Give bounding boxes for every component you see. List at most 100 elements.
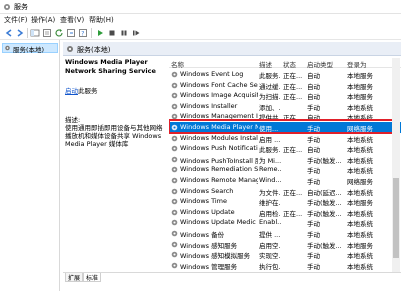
service-startup-type: 手动(触发... xyxy=(307,199,342,208)
console-tree: 服务(本地) xyxy=(0,40,60,291)
service-gear-icon xyxy=(171,198,178,205)
service-gear-icon xyxy=(171,209,178,216)
service-description: 此服务... xyxy=(259,72,281,80)
start-service-link[interactable]: 启动 xyxy=(65,87,78,95)
service-logon-as: 网络服务 xyxy=(347,178,373,186)
service-description: 为 Mi... xyxy=(259,156,281,165)
forward-icon[interactable] xyxy=(15,28,25,38)
service-gear-icon xyxy=(171,82,178,88)
table-row[interactable]: Windows Installer 添加、... 手动 本地系统 xyxy=(169,101,401,112)
service-name: Windows Installer xyxy=(180,101,238,110)
service-name: Windows Push Notification... xyxy=(180,144,258,153)
console-tree-icon[interactable] xyxy=(30,28,40,38)
table-row[interactable]: Windows Modules Installer 启用 ... 手动 本地系统 xyxy=(169,133,401,144)
export-list-icon[interactable] xyxy=(66,28,76,38)
service-startup-type: 手动(触发... xyxy=(307,156,342,165)
service-status: 正在... xyxy=(283,146,303,155)
column-header-status[interactable]: 状态 xyxy=(283,59,296,69)
table-row[interactable]: Windows Font Cache Servi...通过缓...正在... 自动… xyxy=(169,80,401,91)
table-row[interactable]: Windows Time 维护在... 手动(触发... 本地服务 xyxy=(169,196,401,207)
start-service-icon[interactable] xyxy=(95,28,105,38)
service-description: 通过缓... xyxy=(259,82,281,91)
service-gear-icon xyxy=(171,145,178,152)
service-gear-icon xyxy=(171,230,178,237)
back-icon[interactable] xyxy=(4,28,14,38)
tree-item-services-local[interactable]: 服务(本地) xyxy=(2,43,58,54)
service-logon-as: 本地系统 xyxy=(347,209,373,218)
service-description: 维护在... xyxy=(259,199,281,208)
refresh-icon[interactable] xyxy=(54,28,64,38)
restart-service-icon[interactable] xyxy=(131,28,141,38)
scrollbar-thumb[interactable] xyxy=(393,178,399,258)
service-logon-as: 本地服务 xyxy=(347,72,373,80)
menu-file[interactable]: 文件(F) xyxy=(4,15,28,25)
service-gear-icon xyxy=(171,241,178,247)
svg-text:?: ? xyxy=(81,31,84,38)
service-description: Wind... xyxy=(259,176,281,184)
service-name: Windows Font Cache Servi... xyxy=(180,80,258,89)
properties-icon[interactable] xyxy=(42,28,52,38)
tab-extended[interactable]: 扩展 xyxy=(65,273,84,282)
column-header-description[interactable]: 描述 xyxy=(259,59,272,69)
service-startup-type: 手动 xyxy=(307,135,320,144)
vertical-scrollbar[interactable] xyxy=(392,58,400,272)
tab-standard[interactable]: 标准 xyxy=(83,273,102,282)
table-row[interactable]: Windows Update 启用检...正在... 手动(触发... 本地系统 xyxy=(169,207,401,218)
table-row[interactable]: Windows Remediation Ser...Reme... 手动 本地系统 xyxy=(169,164,401,175)
tree-item-label: 服务(本地) xyxy=(13,46,45,54)
menu-help[interactable]: 帮助(H) xyxy=(89,15,114,25)
service-logon-as: 本地系统 xyxy=(347,146,373,155)
service-logon-as: 本地系统 xyxy=(347,220,373,229)
service-status: 正在... xyxy=(283,93,303,102)
help-icon[interactable]: ? xyxy=(78,28,88,38)
services-list: 名称 描述 状态 启动类型 登录为 Windows Event Log 此服务..… xyxy=(169,58,401,273)
service-gear-icon xyxy=(171,156,178,163)
service-startup-type: 手动(触发... xyxy=(307,209,342,218)
service-description: 启用空... xyxy=(259,241,281,250)
column-header-name[interactable]: 名称 xyxy=(171,59,184,69)
menu-view[interactable]: 查看(V) xyxy=(60,15,84,25)
window-title: 服务 xyxy=(14,3,28,11)
menu-action[interactable]: 操作(A) xyxy=(31,15,55,25)
column-header-startup-type[interactable]: 启动类型 xyxy=(307,59,333,69)
service-description: 执行包... xyxy=(259,262,281,271)
menu-bar: 文件(F) 操作(A) 查看(V) 帮助(H) xyxy=(0,14,401,26)
table-row[interactable]: Windows Push Notification...此服务...正在... 自… xyxy=(169,143,401,154)
service-name: Windows 管理服务 xyxy=(180,262,238,271)
table-row[interactable]: Windows 管理服务 执行包... 手动 本地系统 xyxy=(169,260,401,271)
service-name: Windows Event Log xyxy=(180,70,244,78)
table-row[interactable]: Windows Remote Manage...Wind... 手动 网络服务 xyxy=(169,175,401,186)
service-name: Windows Time xyxy=(180,197,227,206)
service-gear-icon xyxy=(171,188,178,194)
service-gear-icon xyxy=(171,135,178,141)
service-logon-as: 本地服务 xyxy=(347,82,373,91)
service-name: Windows Image Acquisitio... xyxy=(180,91,258,100)
table-row[interactable]: Windows 感知模拟服务实现空... 手动 本地系统 xyxy=(169,249,401,260)
service-name: Windows Remediation Ser... xyxy=(180,165,258,174)
service-name: Windows Search xyxy=(180,186,234,195)
service-status: 正在... xyxy=(283,188,303,197)
service-name: Windows Remote Manage... xyxy=(180,176,258,184)
service-startup-type: 手动 xyxy=(307,252,320,261)
service-startup-type: 手动(触发... xyxy=(307,241,342,250)
service-gear-icon xyxy=(171,177,178,184)
service-gear-icon xyxy=(171,103,178,110)
table-row[interactable]: Windows Search 为文件...正在... 自动(延迟... 本地系统 xyxy=(169,186,401,197)
title-bar: 服务 xyxy=(0,0,401,14)
table-row[interactable]: Windows Image Acquisitio...为扫描...正在... 自动… xyxy=(169,90,401,101)
pause-service-icon[interactable] xyxy=(119,28,129,38)
table-row[interactable]: Windows Event Log 此服务...正在... 自动 本地服务 xyxy=(169,69,401,80)
service-logon-as: 本地系统 xyxy=(347,231,373,239)
table-row[interactable]: Windows PushToInstall 服务为 Mi... 手动(触发... 本… xyxy=(169,154,401,165)
table-row[interactable]: Windows 备份 提供 ... 手动 本地系统 xyxy=(169,228,401,239)
stop-service-icon[interactable] xyxy=(107,28,117,38)
highlight-annotation xyxy=(169,119,396,134)
service-gear-icon xyxy=(171,167,178,173)
service-startup-type: 手动 xyxy=(307,231,320,239)
table-row[interactable]: Windows Update Medic Se...Enabl... 手动 本地系统 xyxy=(169,217,401,228)
description-text: 使用通用即插即用设备与其他网络播放机和媒体设备共享 Windows Media … xyxy=(65,124,163,148)
start-service-suffix: 此服务 xyxy=(78,87,98,95)
service-logon-as: 本地服务 xyxy=(347,93,373,102)
column-header-logon-as[interactable]: 登录为 xyxy=(347,59,367,69)
table-row[interactable]: Windows 感知服务 启用空... 手动(触发... 本地服务 xyxy=(169,239,401,250)
